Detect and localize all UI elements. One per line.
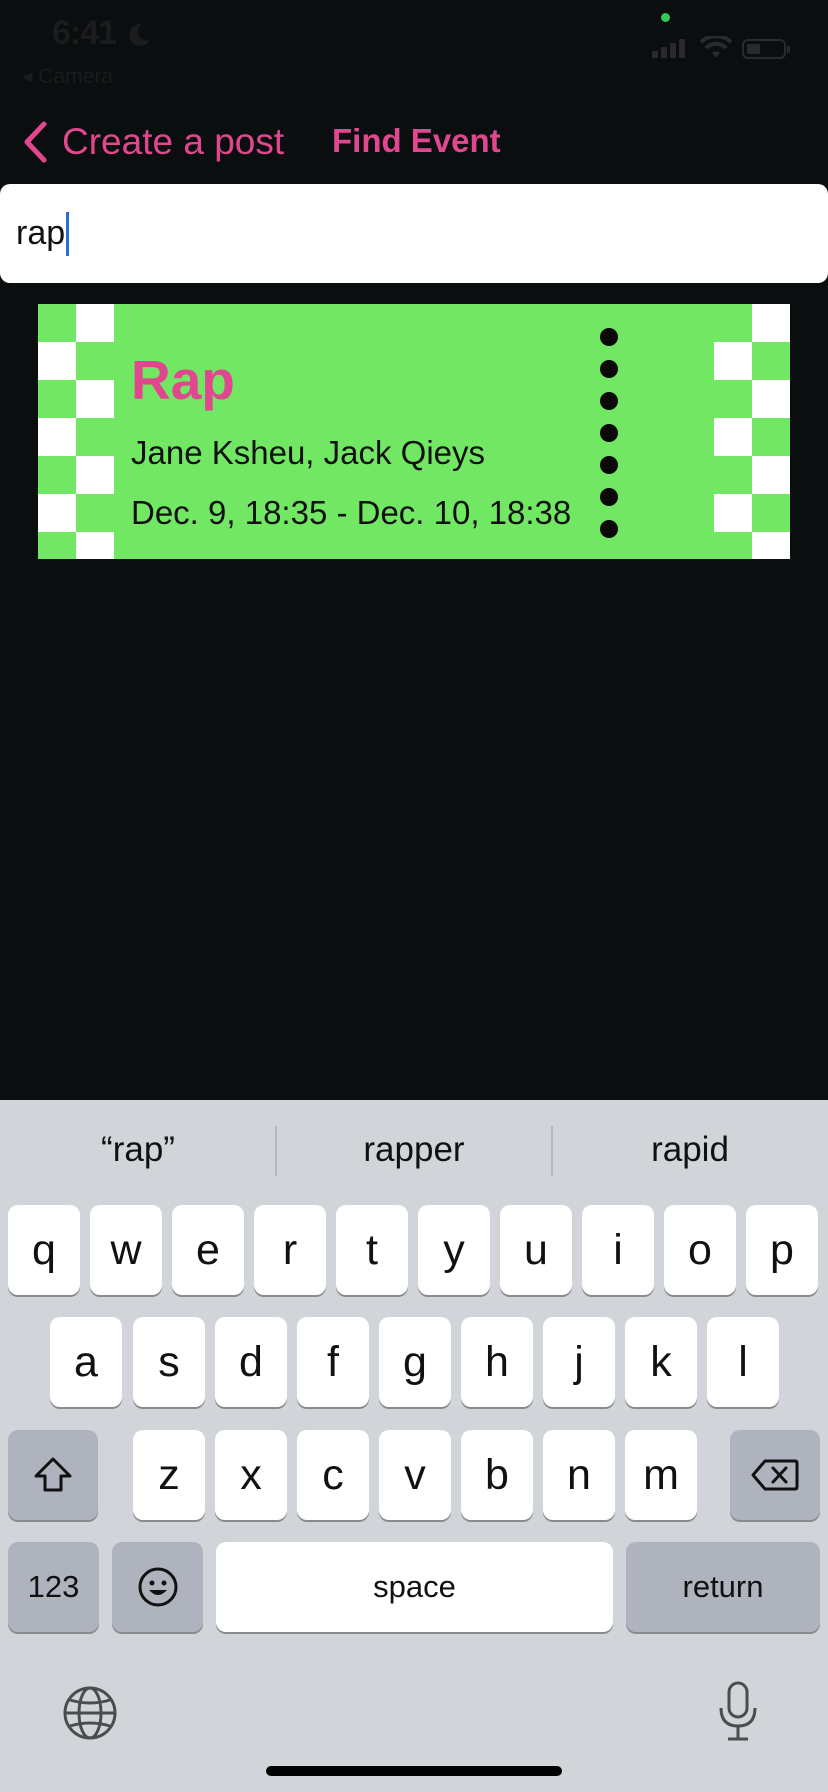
status-time: 6:41 bbox=[52, 14, 117, 52]
key-d[interactable]: d bbox=[215, 1317, 287, 1407]
checker-pattern-left bbox=[38, 304, 114, 559]
suggestion-2[interactable]: rapper bbox=[276, 1120, 552, 1180]
key-v[interactable]: v bbox=[379, 1430, 451, 1520]
backspace-icon bbox=[751, 1459, 799, 1491]
key-p[interactable]: p bbox=[746, 1205, 818, 1295]
space-key[interactable]: space bbox=[216, 1542, 613, 1632]
wifi-icon bbox=[700, 36, 732, 58]
key-f[interactable]: f bbox=[297, 1317, 369, 1407]
event-title: Rap bbox=[131, 349, 235, 411]
text-cursor bbox=[66, 211, 70, 256]
back-button[interactable]: Create a post bbox=[22, 118, 284, 166]
camera-indicator-icon bbox=[661, 13, 670, 22]
key-y[interactable]: y bbox=[418, 1205, 490, 1295]
key-z[interactable]: z bbox=[133, 1430, 205, 1520]
battery-icon bbox=[742, 39, 790, 59]
search-input[interactable]: rap bbox=[0, 184, 828, 283]
event-artists: Jane Ksheu, Jack Qieys bbox=[131, 434, 486, 471]
microphone-icon[interactable] bbox=[716, 1680, 760, 1744]
key-h[interactable]: h bbox=[461, 1317, 533, 1407]
keyboard: “rap” rapper rapid q w e r t y u i o p a… bbox=[0, 1100, 828, 1792]
key-e[interactable]: e bbox=[172, 1205, 244, 1295]
chevron-left-icon bbox=[24, 121, 47, 163]
numbers-key[interactable]: 123 bbox=[8, 1542, 99, 1632]
emoji-icon bbox=[138, 1567, 177, 1607]
back-button-label: Create a post bbox=[62, 121, 285, 162]
key-t[interactable]: t bbox=[336, 1205, 408, 1295]
ticket-perforation bbox=[600, 328, 620, 552]
key-a[interactable]: a bbox=[50, 1317, 122, 1407]
key-k[interactable]: k bbox=[625, 1317, 697, 1407]
key-r[interactable]: r bbox=[254, 1205, 326, 1295]
key-i[interactable]: i bbox=[582, 1205, 654, 1295]
delete-key[interactable] bbox=[730, 1430, 820, 1520]
globe-icon[interactable] bbox=[62, 1685, 118, 1741]
event-card[interactable]: Rap Jane Ksheu, Jack Qieys Dec. 9, 18:35… bbox=[38, 304, 790, 559]
key-c[interactable]: c bbox=[297, 1430, 369, 1520]
checker-pattern-right bbox=[714, 304, 790, 559]
shift-icon bbox=[34, 1457, 72, 1492]
key-n[interactable]: n bbox=[543, 1430, 615, 1520]
back-to-app-link[interactable]: ◂ Camera bbox=[22, 64, 113, 89]
key-q[interactable]: q bbox=[8, 1205, 80, 1295]
home-indicator[interactable] bbox=[266, 1766, 562, 1776]
key-m[interactable]: m bbox=[625, 1430, 697, 1520]
key-s[interactable]: s bbox=[133, 1317, 205, 1407]
shift-key[interactable] bbox=[8, 1430, 98, 1520]
key-x[interactable]: x bbox=[215, 1430, 287, 1520]
return-key[interactable]: return bbox=[626, 1542, 820, 1632]
signal-icon bbox=[652, 39, 685, 58]
key-w[interactable]: w bbox=[90, 1205, 162, 1295]
key-o[interactable]: o bbox=[664, 1205, 736, 1295]
page-title: Find Event bbox=[332, 122, 501, 159]
key-g[interactable]: g bbox=[379, 1317, 451, 1407]
key-j[interactable]: j bbox=[543, 1317, 615, 1407]
key-l[interactable]: l bbox=[707, 1317, 779, 1407]
suggestion-3[interactable]: rapid bbox=[552, 1120, 828, 1180]
moon-icon bbox=[129, 23, 150, 46]
event-dates: Dec. 9, 18:35 - Dec. 10, 18:38 bbox=[131, 494, 572, 531]
key-u[interactable]: u bbox=[500, 1205, 572, 1295]
search-input-value: rap bbox=[16, 214, 66, 252]
emoji-key[interactable] bbox=[112, 1542, 203, 1632]
suggestion-1[interactable]: “rap” bbox=[0, 1120, 276, 1180]
key-b[interactable]: b bbox=[461, 1430, 533, 1520]
